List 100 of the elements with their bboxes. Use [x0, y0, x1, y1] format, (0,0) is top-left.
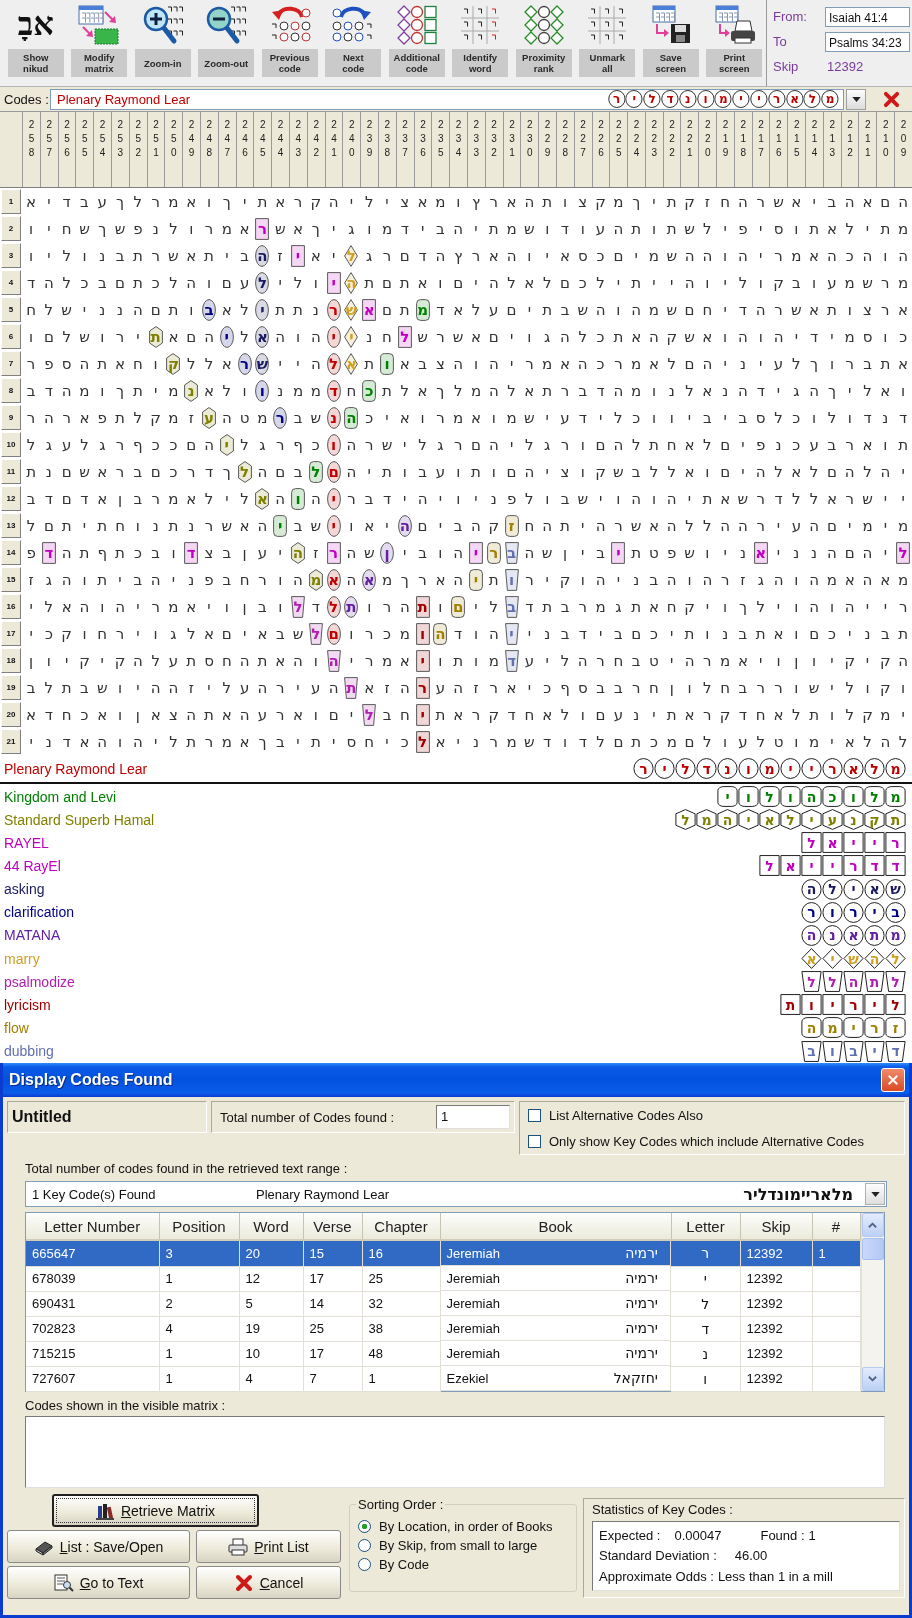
radio-button[interactable]: [358, 1539, 371, 1552]
code-letter[interactable]: י: [324, 512, 343, 539]
code-letter[interactable]: ו: [324, 431, 343, 458]
code-letter[interactable]: ו: [413, 620, 432, 647]
save-screen-button[interactable]: Save screen: [639, 0, 703, 86]
term-name[interactable]: asking: [4, 881, 45, 898]
code-letter[interactable]: י: [253, 296, 272, 323]
scroll-up-button[interactable]: [861, 1213, 884, 1237]
zoom-in-button[interactable]: Zoom-in: [131, 0, 195, 86]
code-letter[interactable]: א: [360, 566, 379, 593]
column-header[interactable]: Letter Number: [26, 1213, 159, 1240]
code-letter[interactable]: ם: [324, 620, 343, 647]
column-header[interactable]: Chapter: [362, 1213, 440, 1240]
go-to-text-button[interactable]: Go to Text: [7, 1566, 190, 1599]
code-letter[interactable]: נ: [324, 404, 343, 431]
term-name[interactable]: MATANA: [4, 927, 61, 944]
term-name[interactable]: Kingdom and Levi: [4, 788, 117, 805]
checkbox[interactable]: [528, 1134, 541, 1148]
checkbox[interactable]: [528, 1108, 541, 1122]
unmark-all-button[interactable]: Unmark all: [575, 0, 639, 86]
term-name[interactable]: psalmodize: [4, 973, 75, 990]
visible-codes-field[interactable]: [25, 1416, 885, 1488]
code-letter[interactable]: ז: [502, 512, 521, 539]
print-screen-button[interactable]: Print screen: [702, 0, 766, 86]
code-letter[interactable]: א: [253, 485, 272, 512]
previous-code-button[interactable]: Previous code: [258, 0, 322, 86]
column-header[interactable]: #: [812, 1213, 860, 1240]
print-list-button[interactable]: Print List: [196, 1530, 341, 1563]
code-letter[interactable]: ל: [413, 728, 432, 755]
close-icon[interactable]: [883, 90, 900, 108]
code-letter[interactable]: א: [324, 566, 343, 593]
radio-button[interactable]: [358, 1520, 371, 1533]
code-letter[interactable]: י: [324, 323, 343, 350]
code-letter[interactable]: א: [253, 323, 272, 350]
code-letter[interactable]: ב: [200, 296, 218, 323]
list-save-open-button[interactable]: List : Save/Open: [7, 1530, 190, 1563]
code-letter[interactable]: כ: [360, 377, 379, 404]
code-letter[interactable]: י: [271, 512, 290, 539]
code-letter[interactable]: י: [289, 242, 307, 269]
code-letter[interactable]: ו: [289, 485, 307, 512]
code-letter[interactable]: ל: [324, 350, 343, 377]
column-header[interactable]: Letter: [671, 1213, 740, 1240]
term-name[interactable]: Standard Superb Hamal: [4, 811, 155, 828]
code-letter[interactable]: י: [324, 485, 343, 512]
radio-button[interactable]: [358, 1558, 371, 1571]
code-letter[interactable]: ר: [253, 215, 272, 242]
zoom-out-button[interactable]: Zoom-out: [194, 0, 258, 86]
next-code-button[interactable]: Next code: [321, 0, 385, 86]
code-letter[interactable]: ד: [39, 539, 58, 566]
code-letter[interactable]: ש: [253, 350, 272, 377]
code-letter[interactable]: י: [413, 647, 432, 674]
code-letter[interactable]: ק: [164, 350, 183, 377]
code-letter[interactable]: ר: [324, 539, 343, 566]
column-header[interactable]: Book: [440, 1213, 671, 1240]
code-letter[interactable]: ר: [484, 539, 503, 566]
term-name[interactable]: clarification: [4, 904, 75, 921]
column-header[interactable]: Position: [159, 1213, 239, 1240]
code-letter[interactable]: ר: [413, 674, 432, 701]
code-letter[interactable]: ה: [342, 404, 361, 431]
proximity-rank-button[interactable]: Proximity rank: [512, 0, 576, 86]
code-letter[interactable]: ת: [413, 593, 432, 620]
term-name[interactable]: lyricism: [4, 996, 51, 1013]
dropdown-button[interactable]: [865, 1183, 885, 1205]
code-letter[interactable]: ל: [306, 620, 325, 647]
code-letter[interactable]: י: [217, 431, 236, 458]
code-letter[interactable]: ל: [395, 323, 414, 350]
code-letter[interactable]: ל: [324, 593, 343, 620]
scrollbar[interactable]: [860, 1213, 884, 1391]
code-letter[interactable]: ד: [324, 377, 343, 404]
code-letter[interactable]: ו: [502, 566, 521, 593]
code-letter[interactable]: ו: [378, 350, 396, 377]
scroll-thumb[interactable]: [861, 1238, 884, 1260]
dropdown-button[interactable]: [846, 88, 866, 110]
code-letter[interactable]: ת: [342, 674, 361, 701]
code-letter[interactable]: ל: [235, 458, 254, 485]
total-field[interactable]: 1: [436, 1105, 510, 1129]
code-letter[interactable]: ר: [235, 350, 254, 377]
code-letter[interactable]: א: [751, 539, 770, 566]
code-letter[interactable]: ל: [289, 593, 307, 620]
code-letter[interactable]: י: [609, 539, 628, 566]
code-letter[interactable]: ם: [449, 593, 468, 620]
code-letter[interactable]: מ: [413, 296, 432, 323]
code-letter[interactable]: ה: [395, 512, 414, 539]
code-letter[interactable]: ם: [324, 458, 343, 485]
column-header[interactable]: Word: [239, 1213, 303, 1240]
code-letter[interactable]: ב: [502, 539, 521, 566]
code-letter[interactable]: א: [360, 296, 379, 323]
code-letter[interactable]: ל: [894, 539, 912, 566]
code-letter[interactable]: נ: [182, 377, 201, 404]
code-letter[interactable]: ל: [360, 701, 379, 728]
code-letter[interactable]: ה: [324, 647, 343, 674]
retrieve-matrix-button[interactable]: Retrieve Matrix: [51, 1494, 259, 1527]
code-letter[interactable]: ה: [253, 242, 272, 269]
code-letter[interactable]: י: [467, 566, 485, 593]
code-letter[interactable]: י: [324, 269, 343, 296]
code-letter[interactable]: ת: [342, 593, 361, 620]
code-letter[interactable]: ע: [200, 404, 218, 431]
code-letter[interactable]: ד: [502, 647, 521, 674]
code-letter[interactable]: ב: [502, 593, 521, 620]
column-header[interactable]: Skip: [740, 1213, 812, 1240]
